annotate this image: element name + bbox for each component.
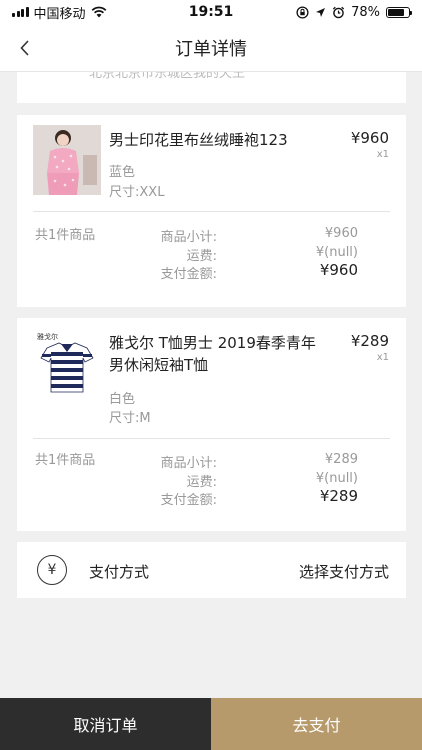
wifi-icon (91, 6, 106, 18)
address-text: 北京北京市东城区我的天王 (89, 72, 246, 81)
status-right: 78% (296, 4, 412, 20)
location-icon (316, 7, 326, 17)
shipping-value: ¥(null) (315, 471, 358, 486)
item-count: 共1件商品 (35, 228, 96, 243)
shipping-value: ¥(null) (315, 245, 358, 260)
lock-rotation-icon (296, 5, 309, 19)
nav-bar: 订单详情 (0, 24, 422, 72)
subtotal-value: ¥289 (324, 452, 358, 467)
page-title: 订单详情 (175, 38, 247, 60)
carrier-label: 中国移动 (33, 6, 86, 22)
total-label: 支付金额: (160, 493, 217, 508)
cancel-order-button[interactable]: 取消订单 (0, 698, 211, 750)
svg-text:雅戈尔: 雅戈尔 (37, 332, 58, 341)
total-value: ¥289 (319, 487, 358, 505)
shipping-label: 运费: (186, 475, 217, 490)
subtotal-label: 商品小计: (160, 456, 217, 471)
pay-button[interactable]: 去支付 (211, 698, 422, 750)
product-color: 白色 (109, 392, 136, 407)
select-payment-link[interactable]: 选择支付方式 (299, 561, 389, 582)
bottom-action-bar: 取消订单 去支付 (0, 698, 422, 750)
total-value: ¥960 (319, 261, 358, 279)
status-left: 中国移动 (12, 3, 107, 22)
product-price: ¥960 (350, 129, 389, 147)
chevron-left-icon (20, 40, 29, 56)
divider (33, 211, 390, 212)
product-size: 尺寸:XXL (109, 185, 165, 200)
order-item-card[interactable]: 雅戈尔 雅戈尔 T恤男士 2019春季青年男休闲短袖T恤 ¥289 x1 白色 … (17, 318, 406, 531)
product-quantity: x1 (376, 149, 389, 160)
product-color: 蓝色 (109, 165, 136, 180)
status-bar: 中国移动 19:51 78% (0, 0, 422, 24)
total-label: 支付金额: (160, 267, 217, 282)
item-count: 共1件商品 (35, 453, 96, 468)
status-time: 19:51 (188, 4, 234, 20)
order-item-card[interactable]: 男士印花里布丝绒睡袍123 ¥960 x1 蓝色 尺寸:XXL 共1件商品 商品… (17, 115, 406, 307)
alarm-icon (332, 6, 345, 18)
address-card: 北京北京市东城区我的天王 (17, 72, 406, 103)
payment-method-row[interactable]: ¥ 支付方式 选择支付方式 (17, 542, 406, 598)
product-price: ¥289 (350, 332, 389, 350)
product-size: 尺寸:M (109, 411, 151, 426)
product-name: 雅戈尔 T恤男士 2019春季青年男休闲短袖T恤 (109, 334, 316, 374)
battery-percent: 78% (351, 4, 380, 20)
battery-icon (386, 6, 412, 18)
subtotal-label: 商品小计: (160, 230, 217, 245)
subtotal-value: ¥960 (324, 226, 358, 241)
signal-icon (12, 7, 29, 17)
product-quantity: x1 (376, 352, 389, 363)
yen-icon: ¥ (37, 555, 67, 585)
order-detail-content[interactable]: 北京北京市东城区我的天王 男士印花里布丝绒睡袍123 ¥960 x1 蓝色 尺寸… (0, 72, 422, 698)
back-button[interactable] (10, 32, 40, 64)
shipping-label: 运费: (186, 249, 217, 264)
payment-method-label: 支付方式 (89, 563, 150, 581)
product-image (33, 125, 101, 195)
product-name: 男士印花里布丝绒睡袍123 (109, 131, 288, 149)
product-image: 雅戈尔 (33, 328, 101, 398)
divider (33, 438, 390, 439)
